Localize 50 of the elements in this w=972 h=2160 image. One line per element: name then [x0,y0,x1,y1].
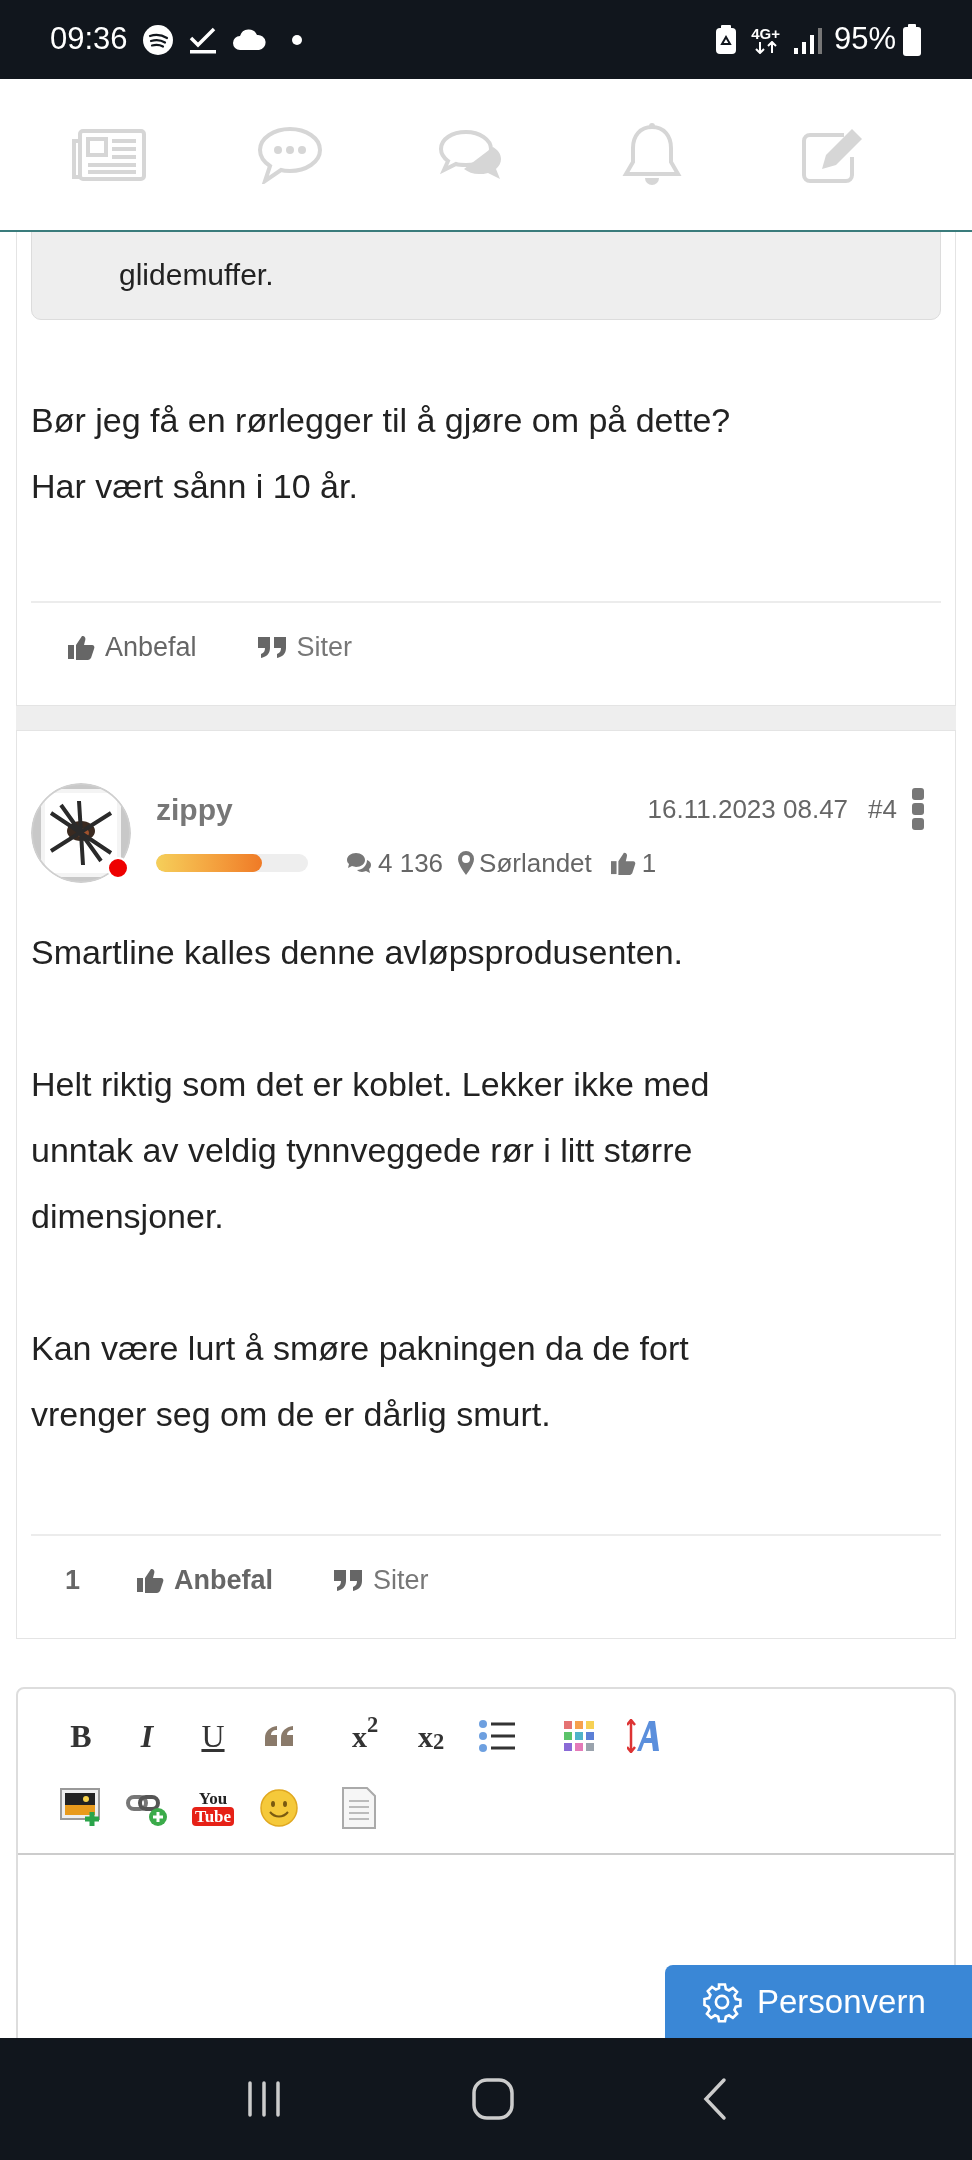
notification-dot-icon [291,34,302,45]
privacy-settings-button[interactable]: Personvern [665,1965,972,2038]
image-add-icon [60,1788,102,1828]
post-paragraph: Smartline kalles denne avløpsprodusenten. [31,932,685,973]
thumbs-up-icon [67,634,95,660]
post-date: 16.11.2023 08.47 [647,792,849,826]
thumbs-up-icon [609,851,636,875]
network-type-indicator: 4G+ [751,25,780,54]
username[interactable]: zippy [156,786,233,832]
post-paragraph: Bør jeg få en rørlegger til å gjøre om på dette? Har vært sånn i 10 år. [31,400,732,507]
quote-icon [256,636,287,658]
quote-button[interactable]: Siter [256,626,353,668]
post-count: 4 136 [378,846,444,880]
chat-bubbles-icon [346,852,372,874]
quote-icon [333,1569,364,1591]
more-options-icon[interactable] [911,787,925,831]
color-grid-icon [564,1721,594,1751]
settings-icon [701,1980,743,2023]
thumbs-up-icon [136,1567,165,1593]
post-paragraph: Helt riktig som det er koblet. Lekker ikke med unntak av veldig tynnveggede rør i litt større dimensjoner. [31,1064,711,1237]
bold-button[interactable]: B [48,1711,114,1761]
post-number[interactable]: #4 [868,789,897,829]
post-paragraph: Kan være lurt å smøre pakningen da de fort vrenger seg om de er dårlig smurt. [31,1328,690,1435]
like-count: 1 [65,1563,81,1597]
clock-time: 09:36 [50,20,128,59]
battery-percentage: 95% [833,20,896,59]
checkmark-icon [187,25,218,54]
italic-button[interactable]: I [114,1711,180,1761]
list-icon [479,1720,515,1752]
back-icon[interactable] [702,2077,729,2121]
recommend-button[interactable]: Anbefal [136,1559,274,1601]
music-app-icon [141,23,174,56]
underline-button[interactable]: U [180,1711,246,1761]
battery-icon [902,23,922,56]
document-icon [342,1787,376,1829]
subscript-button[interactable]: x$_{2}$ [398,1711,464,1761]
smiley-icon [260,1789,298,1827]
home-icon[interactable] [471,2077,515,2121]
cloud-icon [231,28,266,51]
signal-icon [791,25,824,54]
quote-button[interactable]: Siter [333,1559,429,1601]
insert-video-button[interactable]: You Tube [180,1783,246,1833]
location-pin-icon [457,850,476,876]
recommend-button[interactable]: Anbefal [67,626,197,668]
user-location: Sørlandet [479,846,592,880]
battery-saver-icon [715,24,738,55]
superscript-button[interactable]: x$^{2}$ [332,1711,398,1761]
likes-count: 1 [641,846,657,880]
quote-icon [264,1725,294,1747]
quoted-text: glidemuffer. [119,257,275,293]
